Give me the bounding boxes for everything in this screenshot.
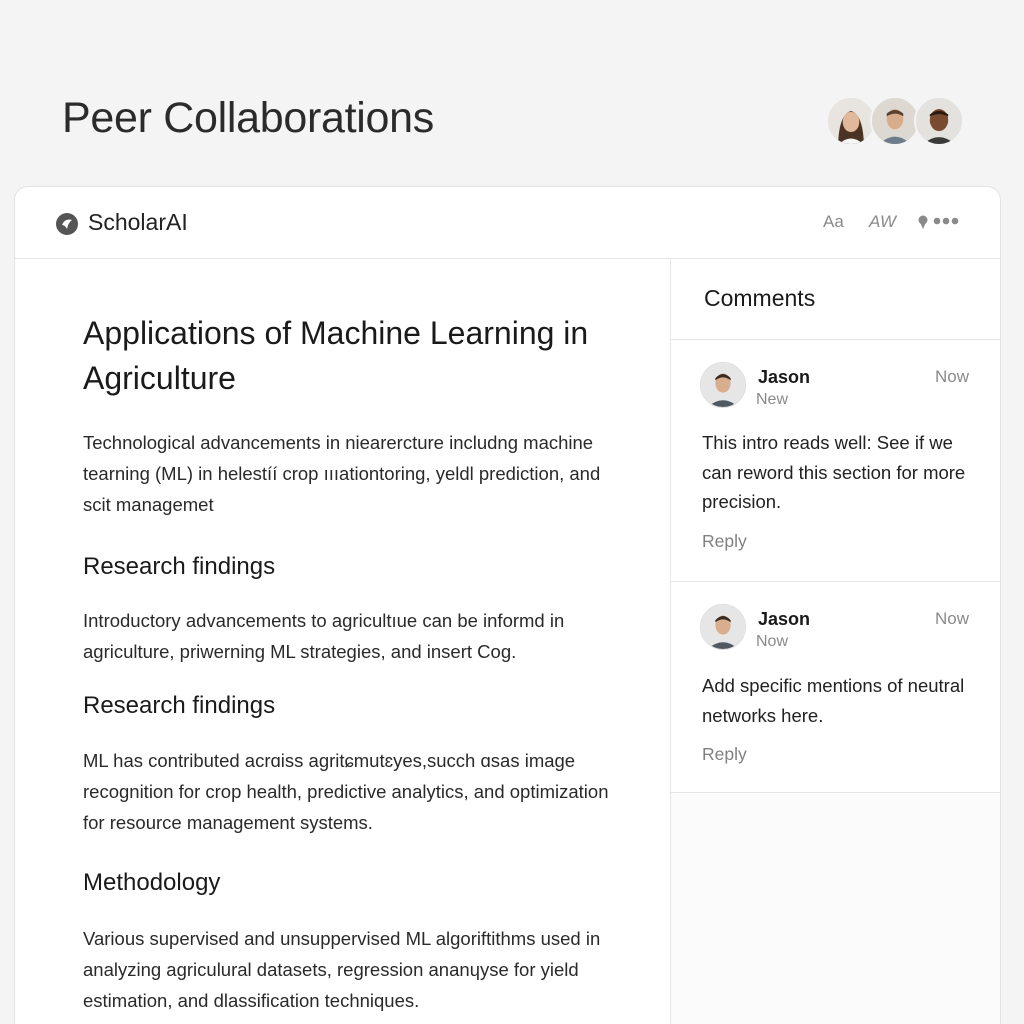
section-heading: Research findings bbox=[83, 692, 276, 719]
intro-paragraph: Technological advancements in niearerctu… bbox=[83, 432, 601, 515]
avatar[interactable] bbox=[870, 96, 920, 146]
avatar[interactable] bbox=[914, 96, 964, 146]
comment-status: Now bbox=[756, 633, 789, 650]
section-heading: Research findings bbox=[83, 553, 276, 580]
comment-author: Jason bbox=[758, 609, 811, 629]
comments-header: Comments bbox=[671, 259, 1000, 340]
section-heading: Methodology bbox=[83, 869, 221, 896]
section-paragraph: ML has contributed acrɑiss agritɕmutɛyes… bbox=[83, 750, 609, 833]
app-toolbar: ScholarAI Aa AW bbox=[15, 187, 1000, 259]
comment-card[interactable]: Jason Now Now Add specific mentions of n… bbox=[671, 582, 1000, 793]
reply-button[interactable]: Reply bbox=[702, 531, 747, 552]
comment-author: Jason bbox=[758, 367, 811, 387]
page-title: Peer Collaborations bbox=[62, 94, 434, 142]
app-name: ScholarAI bbox=[88, 209, 188, 235]
word-count-button[interactable]: AW bbox=[869, 212, 896, 232]
avatar[interactable] bbox=[826, 96, 876, 146]
comments-panel: Comments Jason New Now This intro reads … bbox=[670, 259, 1000, 1024]
document-body[interactable]: Applications of Machine Learning in Agri… bbox=[15, 259, 670, 1024]
scholarai-logo-icon bbox=[56, 213, 78, 235]
font-button[interactable]: Aa bbox=[823, 212, 844, 232]
comment-text: Add specific mentions of neutral network… bbox=[702, 675, 965, 726]
more-icon[interactable] bbox=[918, 210, 962, 232]
comment-time: Now bbox=[934, 609, 969, 628]
avatar bbox=[700, 362, 746, 408]
editor-card: ScholarAI Aa AW Applications of Machine … bbox=[14, 186, 1001, 1024]
comments-title: Comments bbox=[704, 285, 816, 311]
comment-card[interactable]: Jason New Now This intro reads well: See… bbox=[671, 340, 1000, 582]
comment-status: New bbox=[756, 391, 789, 408]
avatar bbox=[700, 604, 746, 650]
document-title: Applications of Machine Learning in Agri… bbox=[83, 315, 589, 396]
section-paragraph: Introductory advancements to agricultıue… bbox=[83, 610, 565, 662]
comment-time: Now bbox=[934, 367, 969, 386]
reply-button[interactable]: Reply bbox=[702, 744, 747, 765]
section-paragraph: Various supervised and unsuppervised ML … bbox=[83, 928, 601, 1011]
comment-text: This intro reads well: See if we can rew… bbox=[702, 432, 966, 512]
collaborator-avatars[interactable] bbox=[826, 96, 966, 148]
